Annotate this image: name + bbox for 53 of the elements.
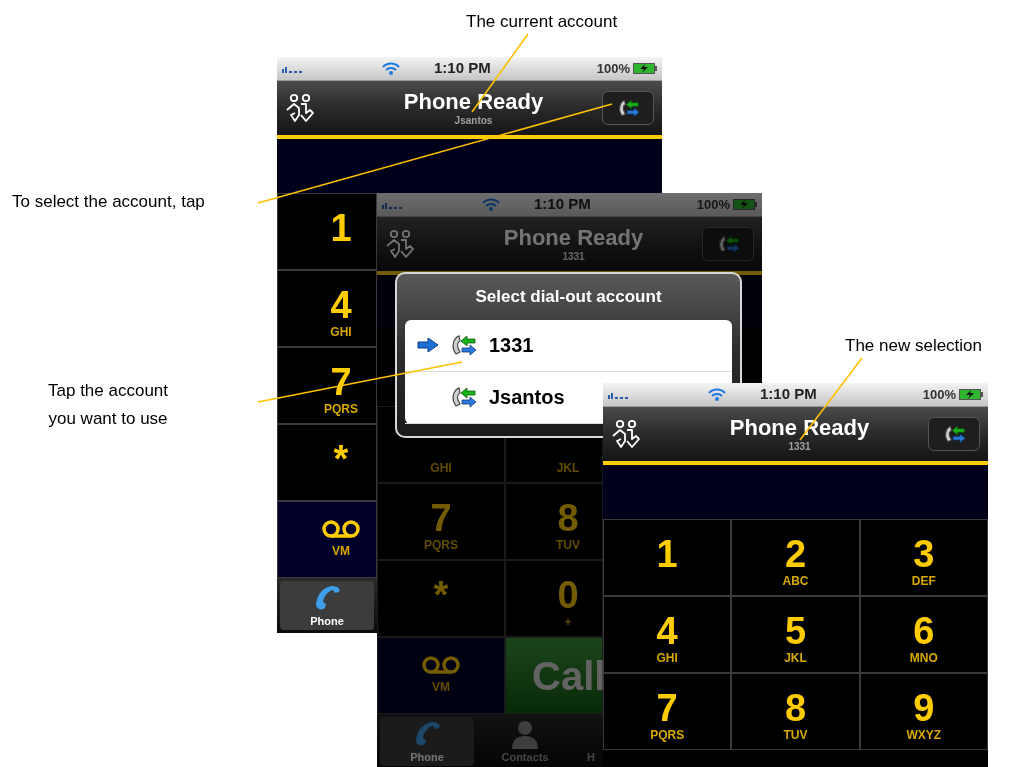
account-subtitle: Jsantos — [454, 115, 493, 127]
people-icon — [285, 93, 315, 123]
nav-title: Phone Ready — [403, 89, 544, 115]
people-icon — [385, 229, 415, 259]
voicemail-key[interactable]: VM — [277, 501, 377, 578]
callout-text: The new selection — [845, 335, 983, 357]
people-icon — [611, 419, 641, 449]
keypad-key[interactable]: 6 MNO — [859, 596, 988, 673]
account-option[interactable]: Jsantos — [405, 371, 603, 424]
callout-text: Tap the account you want to use — [48, 380, 169, 430]
wifi-icon — [708, 388, 726, 401]
voicemail-icon — [421, 655, 461, 674]
battery-icon — [633, 63, 657, 74]
dialog-title: Select dial-out account — [475, 286, 662, 308]
keypad-key[interactable]: 4 GHI — [603, 596, 732, 673]
account-option[interactable]: 1331 — [405, 319, 732, 372]
battery-percent: 100% — [922, 385, 956, 404]
keypad-key[interactable]: * — [277, 424, 377, 501]
status-time: 1:10 PM — [760, 384, 817, 405]
keypad-key[interactable]: 4 GHI — [277, 270, 377, 347]
tab[interactable]: Phone — [280, 581, 374, 630]
battery-icon — [959, 389, 983, 400]
keypad-key[interactable]: 9 WXYZ — [859, 673, 988, 750]
callout-text: To select the account, tap — [12, 191, 205, 213]
keypad-key[interactable]: 7 PQRS — [603, 673, 732, 750]
account-button[interactable] — [928, 417, 980, 451]
keypad-key[interactable]: 1 — [603, 519, 732, 596]
signal-icon — [382, 200, 404, 209]
status-time: 1:10 PM — [534, 194, 591, 215]
contact-silhouette-icon — [510, 718, 540, 749]
battery-icon — [733, 199, 757, 210]
account-button[interactable] — [602, 91, 654, 125]
keypad-key[interactable]: 1 — [277, 193, 377, 270]
status-time: 1:10 PM — [434, 58, 491, 79]
nav-title: Phone Ready — [503, 225, 644, 251]
wifi-icon — [382, 62, 400, 75]
callout-text: The current account — [466, 11, 618, 33]
handset-arrows-icon — [942, 422, 966, 446]
battery-percent: 100% — [696, 195, 730, 214]
selected-arrow-icon — [417, 337, 439, 353]
tab[interactable]: Phone — [380, 717, 474, 766]
account-subtitle: 1331 — [562, 251, 585, 263]
keypad-key[interactable]: 5 JKL — [731, 596, 860, 673]
account-subtitle: 1331 — [788, 441, 811, 453]
signal-icon — [608, 390, 630, 399]
signal-icon — [282, 64, 304, 73]
keypad-key[interactable]: 3 DEF — [859, 519, 988, 596]
handset-arrows-icon — [616, 96, 640, 120]
wifi-icon — [482, 198, 500, 211]
voicemail-icon — [321, 519, 361, 538]
keypad-key[interactable]: 8 TUV — [731, 673, 860, 750]
keypad-key[interactable]: 2 ABC — [731, 519, 860, 596]
battery-percent: 100% — [596, 59, 630, 78]
